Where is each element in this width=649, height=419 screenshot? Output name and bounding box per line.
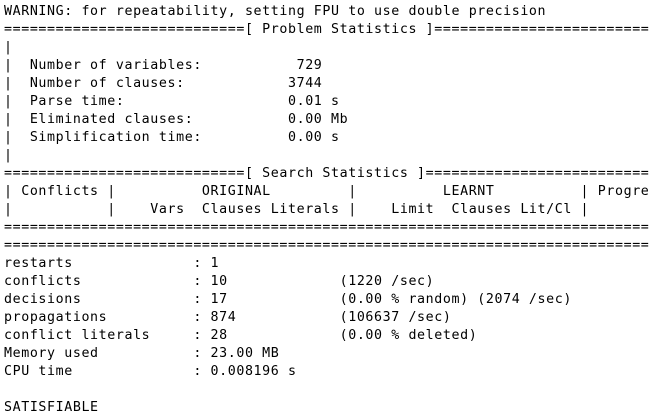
propagations-line: propagations : 874 (106637 /sec): [4, 310, 452, 325]
result-line: SATISFIABLE: [4, 400, 99, 415]
number-of-variables-line: | Number of variables: 729 |: [4, 58, 649, 73]
simplification-time-line: | Simplification time: 0.00 s |: [4, 130, 649, 145]
search-statistics-header: ============================[ Search Sta…: [4, 166, 649, 181]
separator-line: ========================================…: [4, 238, 649, 253]
box-blank-line: | |: [4, 40, 649, 55]
table-header-row: | Conflicts | ORIGINAL | LEARNT | Progre…: [4, 184, 649, 199]
console-window[interactable]: WARNING: for repeatability, setting FPU …: [0, 0, 649, 419]
conflicts-line: conflicts : 10 (1220 /sec): [4, 274, 435, 289]
warning-line: WARNING: for repeatability, setting FPU …: [4, 4, 547, 19]
number-of-clauses-line: | Number of clauses: 3744 |: [4, 76, 649, 91]
box-blank-line: | |: [4, 148, 649, 163]
separator-line: ========================================…: [4, 220, 649, 235]
memory-used-line: Memory used : 23.00 MB: [4, 346, 280, 361]
decisions-line: decisions : 17 (0.00 % random) (2074 /se…: [4, 292, 572, 307]
problem-statistics-header: ============================[ Problem St…: [4, 22, 649, 37]
cpu-time-line: CPU time : 0.008196 s: [4, 364, 297, 379]
parse-time-line: | Parse time: 0.01 s |: [4, 94, 649, 109]
table-subheader-row: | | Vars Clauses Literals | Limit Clause…: [4, 202, 649, 217]
restarts-line: restarts : 1: [4, 256, 220, 271]
eliminated-clauses-line: | Eliminated clauses: 0.00 Mb |: [4, 112, 649, 127]
conflict-literals-line: conflict literals : 28 (0.00 % deleted): [4, 328, 478, 343]
